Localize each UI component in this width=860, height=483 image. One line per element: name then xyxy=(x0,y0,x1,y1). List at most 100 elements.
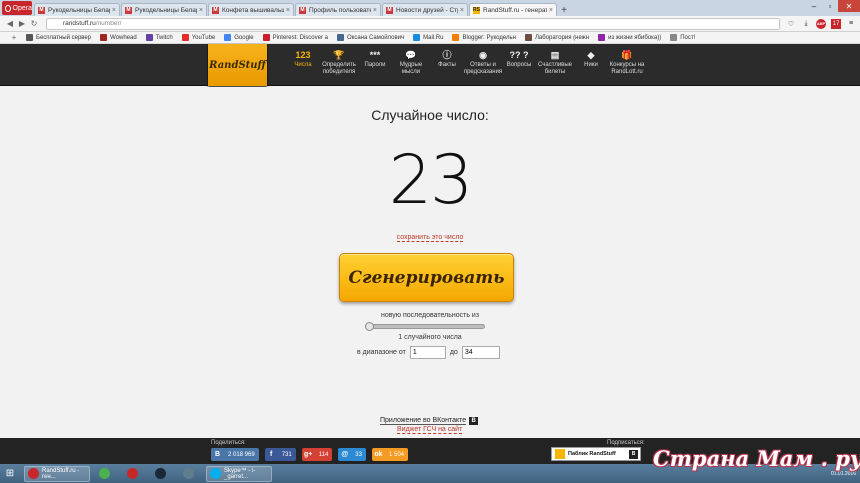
nav-questions[interactable]: ?? ? Вопросы xyxy=(501,48,537,76)
save-number-row: сохранить это число xyxy=(0,234,860,242)
forward-icon[interactable]: ▶ xyxy=(16,19,28,28)
nav-winner[interactable]: 🏆 Определить победителя xyxy=(321,48,357,76)
bookmark-favicon-icon xyxy=(262,34,270,41)
bookmark-item[interactable]: Пост! xyxy=(670,34,695,41)
tab-close-icon[interactable]: × xyxy=(549,7,553,14)
tab-close-icon[interactable]: × xyxy=(373,7,377,14)
minimize-icon[interactable]: – xyxy=(806,0,822,12)
heart-icon[interactable]: ♡ xyxy=(786,19,796,29)
range-to-input[interactable] xyxy=(461,346,500,359)
menu-icon[interactable]: ≡ xyxy=(846,19,856,29)
taskbar-chrome[interactable] xyxy=(94,466,118,482)
bookmark-item[interactable]: Google xyxy=(224,34,254,41)
alien-icon: ◆ xyxy=(587,49,595,60)
nav-label: Вопросы xyxy=(506,62,532,68)
bookmark-item[interactable]: Wowhead xyxy=(100,34,137,41)
steam-icon xyxy=(155,468,166,479)
taskbar-app[interactable] xyxy=(178,466,202,482)
bookmark-item[interactable]: Blogger: Рукодельн xyxy=(452,34,516,41)
odnoklassniki-icon: ok xyxy=(374,451,383,458)
add-bookmark-icon[interactable]: + xyxy=(8,33,20,42)
nav-contests[interactable]: 🎁 Конкурсы на RandLott.ru xyxy=(609,48,645,76)
bookmark-item[interactable]: YouTube xyxy=(181,34,216,41)
random-number: 23 xyxy=(388,141,474,220)
browser-tab-active[interactable]: RS RandStuff.ru - генератор × xyxy=(469,3,557,16)
share-facebook-button[interactable]: f 731 xyxy=(264,448,296,461)
page-title: Случайное число: xyxy=(371,107,489,123)
tab-close-icon[interactable]: × xyxy=(286,7,290,14)
share-gplus-button[interactable]: g+ 114 xyxy=(301,448,333,461)
back-icon[interactable]: ◀ xyxy=(4,19,16,28)
url-field[interactable]: randstuff.ru/number/ xyxy=(46,17,780,30)
range-row: в диапазоне от до xyxy=(357,346,504,359)
count-slider[interactable] xyxy=(365,322,485,331)
browser-tab[interactable]: M Конфета вышивальщицы × xyxy=(208,3,294,16)
nav-label: Счастливые билеты xyxy=(537,62,573,75)
site-nav: 123 Числа 🏆 Определить победителя *** Парол… xyxy=(285,48,645,76)
share-count: 114 xyxy=(318,451,329,458)
adblock-icon[interactable]: ABP xyxy=(816,18,826,29)
taskbar-label: Skype™ - i-_garret... xyxy=(224,467,256,480)
vk-public-label: Паблик RandStuff xyxy=(568,451,616,457)
nav-numbers[interactable]: 123 Числа xyxy=(285,48,321,76)
save-number-link[interactable]: сохранить это число xyxy=(396,234,464,242)
tab-close-icon[interactable]: × xyxy=(199,7,203,14)
bookmark-label: Blogger: Рукодельн xyxy=(462,34,516,41)
system-clock[interactable]: 01.01.2016 xyxy=(831,471,856,477)
tab-close-icon[interactable]: × xyxy=(460,7,464,14)
bookmark-item[interactable]: Бесплатный сервер xyxy=(26,34,91,41)
tab-close-icon[interactable]: × xyxy=(112,7,116,14)
bookmark-item[interactable]: Mail.Ru xyxy=(413,34,443,41)
vk-app-link[interactable]: Приложение во ВКонтакте В xyxy=(380,417,479,425)
nav-facts[interactable]: ⓘ Факты xyxy=(429,48,465,76)
close-window-icon[interactable]: ✕ xyxy=(838,0,860,12)
bookmark-item[interactable]: Twitch xyxy=(145,34,173,41)
extension-icon[interactable]: 17 xyxy=(831,18,841,29)
share-count: 2 018 969 xyxy=(228,451,255,458)
site-logo[interactable]: RandStuff xyxy=(208,44,267,86)
nav-answers[interactable]: ◉ Ответы и предсказания xyxy=(464,48,502,76)
tab-title: RandStuff.ru - генератор xyxy=(483,6,547,14)
vk-icon: В xyxy=(629,449,638,459)
nav-tickets[interactable]: ▤ Счастливые билеты xyxy=(537,48,573,76)
taskbar-steam[interactable] xyxy=(150,466,174,482)
bookmark-label: Бесплатный сервер xyxy=(36,34,92,41)
taskbar-app[interactable] xyxy=(122,466,146,482)
share-label: Поделиться: xyxy=(211,440,246,446)
bookmark-favicon-icon xyxy=(224,34,232,41)
share-mailru-button[interactable]: @33 xyxy=(338,448,366,461)
mail-favicon-icon: M xyxy=(386,6,393,14)
vk-public-button[interactable]: Паблик RandStuff В xyxy=(551,447,641,461)
taskbar-label: RandStuff.ru - ген... xyxy=(42,467,80,480)
bookmark-item[interactable]: Оксана Самойлович xyxy=(336,34,404,41)
windows-start-icon[interactable]: ⊞ xyxy=(0,465,20,483)
share-ok-button[interactable]: ok 1 504 xyxy=(371,448,408,461)
nav-passwords[interactable]: *** Пароли xyxy=(357,48,393,76)
bookmark-label: YouTube xyxy=(191,34,216,41)
nav-nicknames[interactable]: ◆ Ники xyxy=(573,48,609,76)
browser-tab[interactable]: M Новости друзей - Стран × xyxy=(382,3,468,16)
bookmark-item[interactable]: из жизни ябибока)) xyxy=(598,34,661,41)
browser-tab[interactable]: M Рукодельницы Беларуси × xyxy=(121,3,207,16)
bookmark-label: Google xyxy=(234,34,254,41)
share-count: 731 xyxy=(281,451,292,458)
slider-handle[interactable] xyxy=(365,322,374,331)
taskbar-opera[interactable]: RandStuff.ru - ген... xyxy=(24,465,90,482)
generate-button[interactable]: Сгенерировать xyxy=(339,253,514,302)
widget-link[interactable]: Виджет ГСЧ на сайт xyxy=(397,426,463,434)
nav-thoughts[interactable]: 💬 Мудрые мысли xyxy=(393,48,429,76)
new-tab-button[interactable]: + xyxy=(558,4,570,16)
maximize-icon[interactable]: ▫ xyxy=(822,0,838,12)
opera-menu-button[interactable]: Opera xyxy=(2,1,32,15)
download-icon[interactable]: ⤓ xyxy=(801,19,811,29)
range-from-input[interactable] xyxy=(409,346,446,359)
reload-icon[interactable]: ↻ xyxy=(28,19,40,28)
browser-tab[interactable]: M Профиль пользователя × xyxy=(295,3,381,16)
password-icon: *** xyxy=(369,49,381,60)
bookmark-item[interactable]: Лаборатория (нежн xyxy=(524,34,589,41)
address-bar-row: ◀ ▶ ↻ randstuff.ru/number/ ♡ ⤓ ABP 17 ≡ xyxy=(0,16,860,32)
share-vk-button[interactable]: В 2 018 969 xyxy=(211,448,259,461)
browser-tab[interactable]: M Рукодельницы Беларуси × xyxy=(34,3,120,16)
taskbar-skype[interactable]: Skype™ - i-_garret... xyxy=(206,465,272,482)
bookmark-item[interactable]: Pinterest: Discover a xyxy=(262,34,328,41)
